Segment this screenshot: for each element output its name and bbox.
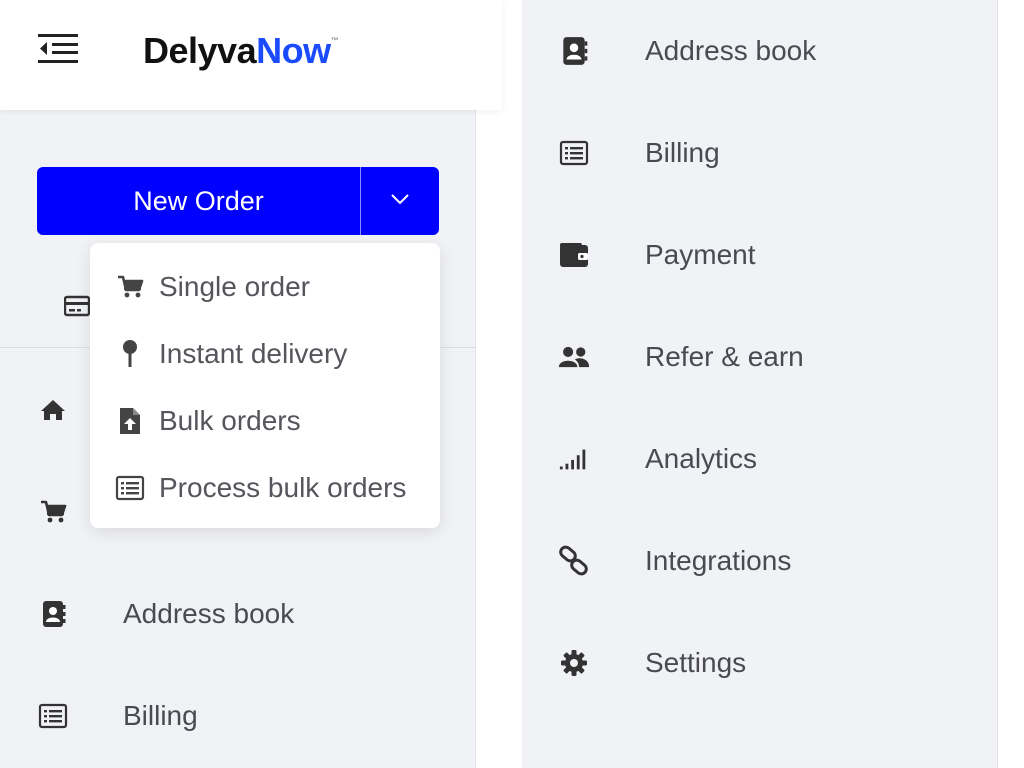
brand-trademark: ™ <box>330 36 339 45</box>
wallet-icon <box>558 239 590 271</box>
collapse-menu-icon[interactable] <box>38 32 78 64</box>
link-icon <box>558 545 590 577</box>
sidebar-item-address-book[interactable]: Address book <box>0 584 476 644</box>
menu-item-instant-delivery[interactable]: Instant delivery <box>90 324 440 384</box>
sidebar-item-label: Payment <box>645 239 756 270</box>
users-icon <box>558 341 590 373</box>
sidebar-item-payment[interactable]: Payment <box>522 220 998 290</box>
new-order-dropdown-menu: Single order Instant delivery Bulk order… <box>90 243 440 528</box>
home-icon <box>38 395 68 425</box>
address-book-icon <box>38 599 68 629</box>
sidebar-item-billing[interactable]: Billing <box>522 118 998 188</box>
new-order-button[interactable]: New Order <box>37 167 360 235</box>
sidebar-item-label: Analytics <box>645 443 758 474</box>
new-order-split-button: New Order <box>37 167 439 235</box>
signal-icon <box>558 443 590 475</box>
sidebar-item-address-book[interactable]: Address book <box>522 16 998 86</box>
menu-item-bulk-orders[interactable]: Bulk orders <box>90 391 440 451</box>
right-edge <box>998 0 1024 768</box>
billing-icon <box>558 137 590 169</box>
sidebar-item-refer-earn[interactable]: Refer & earn <box>522 322 998 392</box>
sidebar-item-analytics[interactable]: Analytics <box>522 424 998 494</box>
right-sidebar: Address book Billing Payment Refer & ear… <box>522 0 998 768</box>
menu-item-label: Bulk orders <box>159 405 301 436</box>
card-icon <box>63 294 91 318</box>
sidebar-item-label: Integrations <box>645 545 792 576</box>
brand-logo[interactable]: DelyvaNow™ <box>143 30 339 72</box>
list-icon <box>115 473 145 503</box>
sidebar-item-label: Settings <box>645 647 747 678</box>
menu-item-label: Instant delivery <box>159 338 348 369</box>
sidebar-item-label: Refer & earn <box>645 341 804 372</box>
file-upload-icon <box>115 406 145 436</box>
sidebar-item-label: Address book <box>645 35 817 66</box>
menu-item-label: Process bulk orders <box>159 472 407 503</box>
chevron-down-icon <box>390 192 410 210</box>
sidebar-item-label: Address book <box>123 598 295 629</box>
address-book-icon <box>558 35 590 67</box>
cart-icon <box>38 497 68 527</box>
sidebar-item-integrations[interactable]: Integrations <box>522 526 998 596</box>
new-order-dropdown-toggle[interactable] <box>361 167 439 235</box>
brand-name-part2: Now <box>256 30 331 71</box>
panel-gap <box>476 110 522 768</box>
sidebar-item-billing[interactable]: Billing <box>0 686 476 746</box>
menu-item-process-bulk-orders[interactable]: Process bulk orders <box>90 458 440 518</box>
sidebar-item-label: Billing <box>645 137 720 168</box>
menu-item-label: Single order <box>159 271 310 302</box>
gear-icon <box>558 647 590 679</box>
sidebar-item-settings[interactable]: Settings <box>522 628 998 698</box>
menu-item-single-order[interactable]: Single order <box>90 257 440 317</box>
billing-icon <box>38 701 68 731</box>
brand-name-part1: Delyva <box>143 30 257 71</box>
app-header: DelyvaNow™ <box>0 0 502 110</box>
pin-icon <box>115 339 145 369</box>
sidebar-item-label: Billing <box>123 700 198 731</box>
cart-icon <box>115 272 145 302</box>
